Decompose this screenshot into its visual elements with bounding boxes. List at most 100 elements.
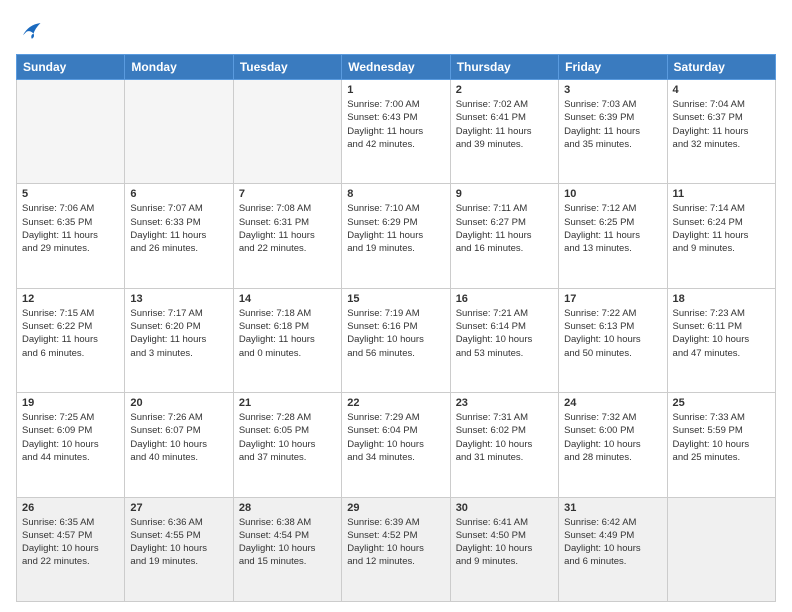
day-number: 24: [564, 397, 661, 409]
day-number: 30: [456, 502, 553, 514]
calendar-header: SundayMondayTuesdayWednesdayThursdayFrid…: [17, 55, 776, 80]
calendar-cell: 6 Sunrise: 7:07 AM Sunset: 6:33 PM Daylig…: [125, 184, 233, 288]
day-number: 15: [347, 293, 444, 305]
calendar-cell: [233, 80, 341, 184]
day-info: Sunrise: 7:03 AM Sunset: 6:39 PM Dayligh…: [564, 98, 661, 151]
calendar-cell: 24 Sunrise: 7:32 AM Sunset: 6:00 PM Dayli…: [559, 393, 667, 497]
day-info: Sunrise: 6:36 AM Sunset: 4:55 PM Dayligh…: [130, 516, 227, 569]
calendar-cell: 21 Sunrise: 7:28 AM Sunset: 6:05 PM Dayli…: [233, 393, 341, 497]
calendar-cell: 9 Sunrise: 7:11 AM Sunset: 6:27 PM Daylig…: [450, 184, 558, 288]
calendar-body: 1 Sunrise: 7:00 AM Sunset: 6:43 PM Daylig…: [17, 80, 776, 602]
calendar-cell: 2 Sunrise: 7:02 AM Sunset: 6:41 PM Daylig…: [450, 80, 558, 184]
day-info: Sunrise: 7:28 AM Sunset: 6:05 PM Dayligh…: [239, 411, 336, 464]
day-number: 8: [347, 188, 444, 200]
calendar-table: SundayMondayTuesdayWednesdayThursdayFrid…: [16, 54, 776, 602]
calendar-week-row: 26Sunrise: 6:35 AM Sunset: 4:57 PM Dayli…: [17, 497, 776, 601]
day-info: Sunrise: 7:29 AM Sunset: 6:04 PM Dayligh…: [347, 411, 444, 464]
calendar-cell: 4Sunrise: 7:04 AM Sunset: 6:37 PM Daylig…: [667, 80, 775, 184]
day-info: Sunrise: 7:07 AM Sunset: 6:33 PM Dayligh…: [130, 202, 227, 255]
day-number: 29: [347, 502, 444, 514]
calendar-cell: 22Sunrise: 7:29 AM Sunset: 6:04 PM Dayli…: [342, 393, 450, 497]
day-info: Sunrise: 7:25 AM Sunset: 6:09 PM Dayligh…: [22, 411, 119, 464]
day-number: 16: [456, 293, 553, 305]
day-info: Sunrise: 7:26 AM Sunset: 6:07 PM Dayligh…: [130, 411, 227, 464]
day-number: 28: [239, 502, 336, 514]
calendar-week-row: 12Sunrise: 7:15 AM Sunset: 6:22 PM Dayli…: [17, 288, 776, 392]
day-number: 19: [22, 397, 119, 409]
weekday-header: Thursday: [450, 55, 558, 80]
day-info: Sunrise: 7:11 AM Sunset: 6:27 PM Dayligh…: [456, 202, 553, 255]
calendar-cell: 27 Sunrise: 6:36 AM Sunset: 4:55 PM Dayli…: [125, 497, 233, 601]
day-info: Sunrise: 7:18 AM Sunset: 6:18 PM Dayligh…: [239, 307, 336, 360]
calendar-cell: [667, 497, 775, 601]
day-info: Sunrise: 7:32 AM Sunset: 6:00 PM Dayligh…: [564, 411, 661, 464]
day-info: Sunrise: 7:23 AM Sunset: 6:11 PM Dayligh…: [673, 307, 770, 360]
day-info: Sunrise: 7:31 AM Sunset: 6:02 PM Dayligh…: [456, 411, 553, 464]
day-number: 25: [673, 397, 770, 409]
calendar-cell: 19 Sunrise: 7:25 AM Sunset: 6:09 PM Dayli…: [17, 393, 125, 497]
day-info: Sunrise: 6:38 AM Sunset: 4:54 PM Dayligh…: [239, 516, 336, 569]
day-info: Sunrise: 7:19 AM Sunset: 6:16 PM Dayligh…: [347, 307, 444, 360]
logo-bird-icon: [16, 16, 44, 44]
day-number: 18: [673, 293, 770, 305]
weekday-row: SundayMondayTuesdayWednesdayThursdayFrid…: [17, 55, 776, 80]
calendar-cell: 20 Sunrise: 7:26 AM Sunset: 6:07 PM Dayli…: [125, 393, 233, 497]
weekday-header: Sunday: [17, 55, 125, 80]
day-number: 21: [239, 397, 336, 409]
day-info: Sunrise: 7:12 AM Sunset: 6:25 PM Dayligh…: [564, 202, 661, 255]
day-info: Sunrise: 6:39 AM Sunset: 4:52 PM Dayligh…: [347, 516, 444, 569]
calendar-cell: 25Sunrise: 7:33 AM Sunset: 5:59 PM Dayli…: [667, 393, 775, 497]
calendar-week-row: 19 Sunrise: 7:25 AM Sunset: 6:09 PM Dayli…: [17, 393, 776, 497]
day-number: 1: [347, 84, 444, 96]
calendar-cell: 31Sunrise: 6:42 AM Sunset: 4:49 PM Dayli…: [559, 497, 667, 601]
calendar-cell: 14 Sunrise: 7:18 AM Sunset: 6:18 PM Dayli…: [233, 288, 341, 392]
day-info: Sunrise: 7:10 AM Sunset: 6:29 PM Dayligh…: [347, 202, 444, 255]
logo: [16, 16, 48, 44]
calendar-cell: 17 Sunrise: 7:22 AM Sunset: 6:13 PM Dayli…: [559, 288, 667, 392]
day-number: 7: [239, 188, 336, 200]
calendar-cell: 13 Sunrise: 7:17 AM Sunset: 6:20 PM Dayli…: [125, 288, 233, 392]
calendar-cell: 28 Sunrise: 6:38 AM Sunset: 4:54 PM Dayli…: [233, 497, 341, 601]
day-number: 12: [22, 293, 119, 305]
day-number: 13: [130, 293, 227, 305]
day-info: Sunrise: 7:08 AM Sunset: 6:31 PM Dayligh…: [239, 202, 336, 255]
day-number: 11: [673, 188, 770, 200]
calendar-cell: 5Sunrise: 7:06 AM Sunset: 6:35 PM Daylig…: [17, 184, 125, 288]
calendar-cell: 11Sunrise: 7:14 AM Sunset: 6:24 PM Dayli…: [667, 184, 775, 288]
day-number: 5: [22, 188, 119, 200]
day-number: 4: [673, 84, 770, 96]
weekday-header: Tuesday: [233, 55, 341, 80]
calendar-cell: 18 Sunrise: 7:23 AM Sunset: 6:11 PM Dayli…: [667, 288, 775, 392]
calendar-cell: 26Sunrise: 6:35 AM Sunset: 4:57 PM Dayli…: [17, 497, 125, 601]
calendar-cell: 1 Sunrise: 7:00 AM Sunset: 6:43 PM Daylig…: [342, 80, 450, 184]
calendar-cell: [125, 80, 233, 184]
day-number: 3: [564, 84, 661, 96]
calendar-cell: 8 Sunrise: 7:10 AM Sunset: 6:29 PM Daylig…: [342, 184, 450, 288]
day-number: 20: [130, 397, 227, 409]
day-number: 23: [456, 397, 553, 409]
weekday-header: Wednesday: [342, 55, 450, 80]
day-number: 31: [564, 502, 661, 514]
calendar-cell: 16 Sunrise: 7:21 AM Sunset: 6:14 PM Dayli…: [450, 288, 558, 392]
day-number: 27: [130, 502, 227, 514]
day-number: 6: [130, 188, 227, 200]
day-info: Sunrise: 7:02 AM Sunset: 6:41 PM Dayligh…: [456, 98, 553, 151]
calendar-cell: 30 Sunrise: 6:41 AM Sunset: 4:50 PM Dayli…: [450, 497, 558, 601]
page: SundayMondayTuesdayWednesdayThursdayFrid…: [0, 0, 792, 612]
day-number: 2: [456, 84, 553, 96]
day-info: Sunrise: 7:22 AM Sunset: 6:13 PM Dayligh…: [564, 307, 661, 360]
calendar-cell: 10Sunrise: 7:12 AM Sunset: 6:25 PM Dayli…: [559, 184, 667, 288]
day-info: Sunrise: 6:41 AM Sunset: 4:50 PM Dayligh…: [456, 516, 553, 569]
day-info: Sunrise: 7:17 AM Sunset: 6:20 PM Dayligh…: [130, 307, 227, 360]
day-number: 17: [564, 293, 661, 305]
calendar-week-row: 1 Sunrise: 7:00 AM Sunset: 6:43 PM Daylig…: [17, 80, 776, 184]
weekday-header: Friday: [559, 55, 667, 80]
calendar-week-row: 5Sunrise: 7:06 AM Sunset: 6:35 PM Daylig…: [17, 184, 776, 288]
calendar-cell: 7 Sunrise: 7:08 AM Sunset: 6:31 PM Daylig…: [233, 184, 341, 288]
day-number: 14: [239, 293, 336, 305]
day-info: Sunrise: 7:00 AM Sunset: 6:43 PM Dayligh…: [347, 98, 444, 151]
calendar-cell: 12Sunrise: 7:15 AM Sunset: 6:22 PM Dayli…: [17, 288, 125, 392]
day-number: 9: [456, 188, 553, 200]
day-info: Sunrise: 7:21 AM Sunset: 6:14 PM Dayligh…: [456, 307, 553, 360]
header: [16, 16, 776, 44]
